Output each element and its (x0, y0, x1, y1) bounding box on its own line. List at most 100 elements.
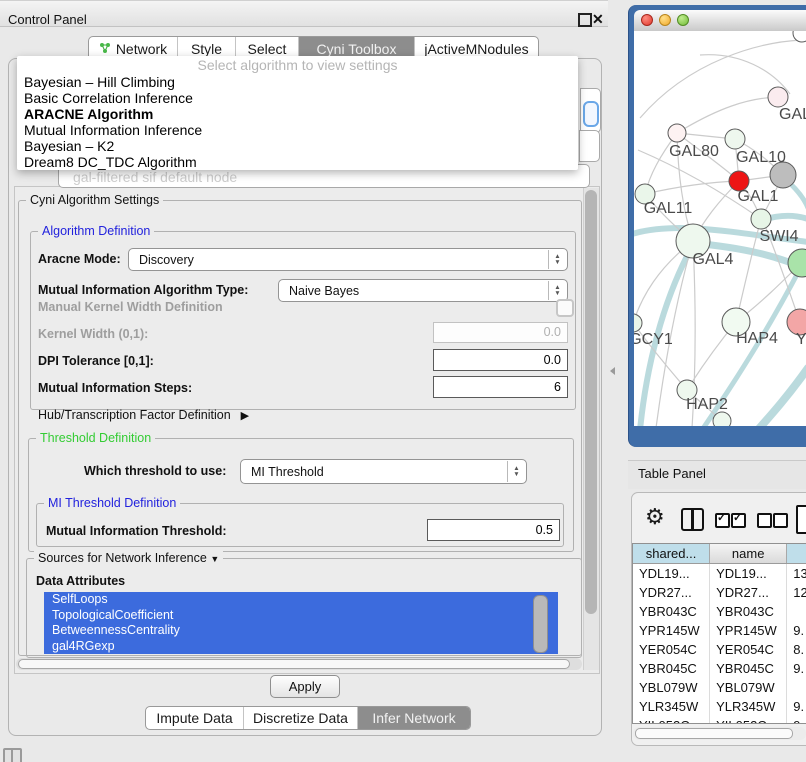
cyni-settings-legend: Cyni Algorithm Settings (26, 193, 163, 207)
float-window-icon[interactable] (578, 13, 592, 27)
table-cell[interactable]: YBR045C (710, 659, 787, 678)
table-cell[interactable]: YDL19... (710, 564, 787, 583)
table-cell[interactable]: 13 (787, 564, 806, 583)
table-body: YDL19...YDL19...13YDR27...YDR27...12YBR0… (633, 564, 806, 724)
data-attribute-item[interactable]: SelfLoops (44, 592, 558, 608)
table-cell[interactable]: YBR043C (633, 602, 710, 621)
apply-button[interactable]: Apply (270, 675, 340, 698)
tab-impute-data[interactable]: Impute Data (146, 707, 244, 729)
table-cell[interactable]: YPR145W (633, 621, 710, 640)
table-cell[interactable]: YIL052C (633, 716, 710, 724)
stepper-arrows-icon[interactable]: ▲▼ (507, 461, 525, 482)
data-attribute-item[interactable]: BetweennessCentrality (44, 623, 558, 639)
close-icon[interactable]: ✕ (592, 7, 604, 32)
tab-discretize-data[interactable]: Discretize Data (244, 707, 358, 729)
network-node[interactable] (725, 129, 745, 149)
algorithm-option[interactable]: Basic Correlation Inference (17, 90, 578, 106)
checked-checkbox-icon[interactable]: ✓ (715, 513, 730, 528)
settings-vertical-scrollbar-thumb[interactable] (585, 190, 597, 614)
table-cell[interactable]: YER054C (633, 640, 710, 659)
table-row[interactable]: YDL19...YDL19...13 (633, 564, 806, 583)
mi-steps-field[interactable]: 6 (433, 376, 568, 398)
network-node[interactable] (751, 209, 771, 229)
table-cell[interactable]: YDR27... (633, 583, 710, 602)
sources-legend[interactable]: Sources for Network Inference ▼ (34, 551, 223, 565)
network-node[interactable] (668, 124, 686, 142)
settings-horizontal-scrollbar-thumb[interactable] (18, 659, 570, 669)
table-cell[interactable]: 9. (787, 659, 806, 678)
minimize-traffic-light-icon[interactable] (659, 14, 671, 26)
tab-infer-network[interactable]: Infer Network (358, 707, 470, 729)
table-cell[interactable]: YPR145W (710, 621, 787, 640)
network-node[interactable] (634, 314, 642, 332)
table-cell[interactable]: 9. (787, 621, 806, 640)
which-threshold-label: Which threshold to use: (84, 459, 226, 484)
table-cell[interactable]: YLR345W (710, 697, 787, 716)
algorithm-option[interactable]: Mutual Information Inference (17, 122, 578, 138)
table-cell[interactable]: YBL079W (633, 678, 710, 697)
column-header-shared[interactable]: shared... (633, 544, 710, 563)
table-row[interactable]: YPR145WYPR145W9. (633, 621, 806, 640)
table-row[interactable]: YDR27...YDR27...12 (633, 583, 806, 602)
table-cell[interactable]: YDR27... (710, 583, 787, 602)
table-row[interactable]: YLR345WYLR345W9. (633, 697, 806, 716)
manual-kernel-width-checkbox[interactable] (556, 299, 574, 317)
hub-definition-section[interactable]: Hub/Transcription Factor Definition▶ (38, 408, 249, 422)
algorithm-option[interactable]: Bayesian – K2 (17, 138, 578, 154)
table-cell[interactable] (787, 678, 806, 697)
table-cell[interactable]: YER054C (710, 640, 787, 659)
table-cell[interactable]: YDL19... (633, 564, 710, 583)
table-row[interactable]: YER054CYER054C8. (633, 640, 806, 659)
network-view-canvas[interactable]: GALGAL80GAL10GAL1GAL11SWI4GAL4GCY1HAP4YH… (634, 31, 806, 426)
table-row[interactable]: YBR045CYBR045C9. (633, 659, 806, 678)
table-row[interactable]: YBL079WYBL079W (633, 678, 806, 697)
checked-checkbox-icon[interactable]: ✓ (731, 513, 746, 528)
stepper-arrows-icon[interactable]: ▲▼ (548, 250, 566, 269)
table-horizontal-scrollbar-thumb[interactable] (635, 728, 793, 739)
tab-label: Cyni Toolbox (317, 41, 397, 57)
network-node[interactable] (713, 412, 731, 426)
unchecked-checkbox-icon[interactable] (757, 513, 772, 528)
data-attribute-item[interactable]: TopologicalCoefficient (44, 608, 558, 624)
table-cell[interactable]: 8. (787, 640, 806, 659)
zoom-traffic-light-icon[interactable] (677, 14, 689, 26)
unchecked-checkbox-icon[interactable] (773, 513, 788, 528)
splitter-collapse-icon[interactable] (610, 367, 615, 375)
mi-algorithm-type-select[interactable]: Naive Bayes ▲▼ (278, 279, 568, 302)
column-layout-icon[interactable] (681, 508, 704, 531)
column-header-name[interactable]: name (710, 544, 787, 563)
mi-threshold-label: Mutual Information Threshold: (46, 520, 227, 542)
dpi-tolerance-field[interactable]: 0.0 (433, 349, 568, 371)
control-panel-titlebar[interactable] (0, 0, 608, 27)
table-cell[interactable]: YBR045C (633, 659, 710, 678)
table-cell[interactable]: YLR345W (633, 697, 710, 716)
attributes-list-scrollbar[interactable] (533, 595, 548, 653)
table-cell[interactable]: YBR043C (710, 602, 787, 621)
network-node-label: GAL (779, 106, 806, 123)
column-header-cut[interactable] (787, 544, 806, 563)
data-attributes-list[interactable]: SelfLoopsTopologicalCoefficientBetweenne… (44, 592, 558, 654)
aracne-mode-select[interactable]: Discovery ▲▼ (128, 248, 568, 271)
stepper-arrows-icon[interactable]: ▲▼ (548, 281, 566, 300)
close-traffic-light-icon[interactable] (641, 14, 653, 26)
table-cell[interactable]: YBL079W (710, 678, 787, 697)
table-cell[interactable]: 12 (787, 583, 806, 602)
which-threshold-select[interactable]: MI Threshold ▲▼ (240, 459, 527, 484)
table-cell[interactable]: 9. (787, 697, 806, 716)
table-cell[interactable]: YIL052C (710, 716, 787, 724)
mi-threshold-field[interactable]: 0.5 (427, 519, 560, 541)
file-icon[interactable] (796, 505, 806, 534)
algorithm-option[interactable]: ARACNE Algorithm (17, 106, 578, 122)
grid-handle-icon[interactable] (3, 748, 22, 762)
table-row[interactable]: YBR043CYBR043C (633, 602, 806, 621)
network-window-titlebar[interactable] (634, 10, 806, 32)
data-attribute-item[interactable]: gal4RGexp (44, 639, 558, 655)
gear-icon[interactable]: ⚙ (645, 504, 665, 530)
table-row[interactable]: YIL052CYIL052C9 (633, 716, 806, 724)
algorithm-option[interactable]: Dream8 DC_TDC Algorithm (17, 154, 578, 170)
table-cell[interactable]: 9 (787, 716, 806, 724)
hidden-combo-focus-button (583, 101, 599, 127)
network-node[interactable] (768, 87, 788, 107)
table-cell[interactable] (787, 602, 806, 621)
algorithm-option[interactable]: Bayesian – Hill Climbing (17, 74, 578, 90)
